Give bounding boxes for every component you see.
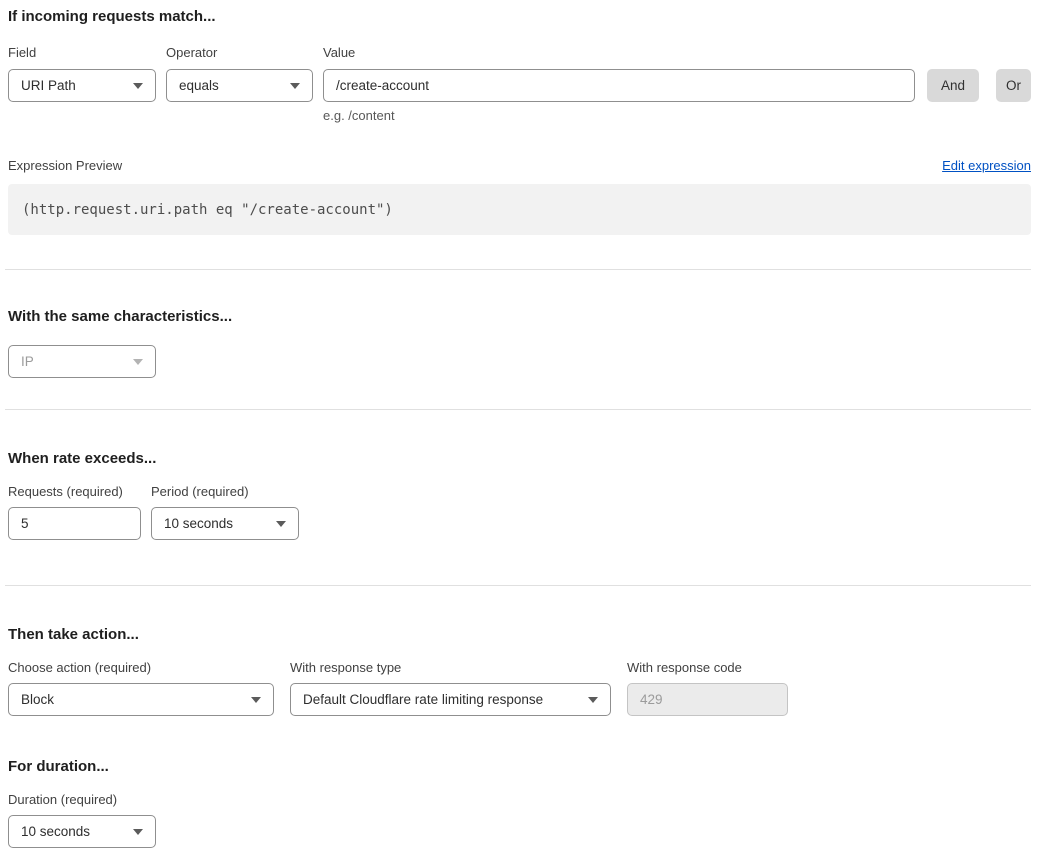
characteristics-title: With the same characteristics... xyxy=(8,308,1031,326)
section-divider xyxy=(5,585,1031,586)
duration-select-value: 10 seconds xyxy=(21,824,90,839)
expression-preview-box: (http.request.uri.path eq "/create-accou… xyxy=(8,184,1031,235)
chevron-down-icon xyxy=(133,83,143,89)
operator-column: Operator equals xyxy=(166,45,313,102)
rate-limiting-rule-form: If incoming requests match... Field URI … xyxy=(0,0,1048,848)
duration-column: Duration (required) 10 seconds xyxy=(8,792,156,848)
characteristic-select: IP xyxy=(8,345,156,378)
response-code-label: With response code xyxy=(627,660,788,676)
chevron-down-icon xyxy=(133,829,143,835)
response-code-column: With response code xyxy=(627,660,788,716)
conjunction-buttons: And Or xyxy=(927,45,1031,102)
chevron-down-icon xyxy=(276,521,286,527)
action-row: Choose action (required) Block With resp… xyxy=(8,660,1031,716)
value-label: Value xyxy=(323,45,915,61)
action-title: Then take action... xyxy=(8,626,1031,644)
or-button[interactable]: Or xyxy=(996,69,1031,102)
choose-action-label: Choose action (required) xyxy=(8,660,274,676)
section-action: Then take action... Choose action (requi… xyxy=(8,626,1031,716)
response-code-input xyxy=(627,683,788,716)
operator-select[interactable]: equals xyxy=(166,69,313,102)
section-duration: For duration... Duration (required) 10 s… xyxy=(8,758,1031,848)
period-column: Period (required) 10 seconds xyxy=(151,484,299,540)
choose-action-select[interactable]: Block xyxy=(8,683,274,716)
field-select[interactable]: URI Path xyxy=(8,69,156,102)
requests-input[interactable] xyxy=(8,507,141,540)
section-divider xyxy=(5,269,1031,270)
field-label: Field xyxy=(8,45,156,61)
response-type-column: With response type Default Cloudflare ra… xyxy=(290,660,611,716)
period-select-value: 10 seconds xyxy=(164,516,233,531)
characteristic-select-value: IP xyxy=(21,354,34,369)
requests-label: Requests (required) xyxy=(8,484,141,500)
period-select[interactable]: 10 seconds xyxy=(151,507,299,540)
rate-title: When rate exceeds... xyxy=(8,450,1031,468)
operator-select-value: equals xyxy=(179,78,219,93)
response-type-label: With response type xyxy=(290,660,611,676)
field-column: Field URI Path xyxy=(8,45,156,102)
chevron-down-icon xyxy=(290,83,300,89)
section-characteristics: With the same characteristics... IP xyxy=(8,308,1031,378)
duration-label: Duration (required) xyxy=(8,792,156,808)
section-rate: When rate exceeds... Requests (required)… xyxy=(8,450,1031,540)
and-button[interactable]: And xyxy=(927,69,979,102)
duration-select[interactable]: 10 seconds xyxy=(8,815,156,848)
value-column: Value e.g. /content xyxy=(323,45,915,124)
edit-expression-link[interactable]: Edit expression xyxy=(942,158,1031,173)
value-hint: e.g. /content xyxy=(323,108,915,124)
match-expression-row: Field URI Path Operator equals Value e.g… xyxy=(8,45,1031,124)
duration-title: For duration... xyxy=(8,758,1031,776)
rate-row: Requests (required) Period (required) 10… xyxy=(8,484,1031,540)
requests-column: Requests (required) xyxy=(8,484,141,540)
operator-label: Operator xyxy=(166,45,313,61)
section-incoming-requests: If incoming requests match... Field URI … xyxy=(8,8,1031,235)
expression-preview-label: Expression Preview xyxy=(8,158,122,173)
choose-action-column: Choose action (required) Block xyxy=(8,660,274,716)
chevron-down-icon xyxy=(133,359,143,365)
response-type-select-value: Default Cloudflare rate limiting respons… xyxy=(303,692,543,707)
field-select-value: URI Path xyxy=(21,78,76,93)
choose-action-select-value: Block xyxy=(21,692,54,707)
response-type-select[interactable]: Default Cloudflare rate limiting respons… xyxy=(290,683,611,716)
value-input[interactable] xyxy=(323,69,915,102)
incoming-requests-title: If incoming requests match... xyxy=(8,8,1031,26)
expression-text: (http.request.uri.path eq "/create-accou… xyxy=(22,202,393,218)
section-divider xyxy=(5,409,1031,410)
period-label: Period (required) xyxy=(151,484,299,500)
chevron-down-icon xyxy=(251,697,261,703)
expression-preview-header: Expression Preview Edit expression xyxy=(8,158,1031,173)
chevron-down-icon xyxy=(588,697,598,703)
